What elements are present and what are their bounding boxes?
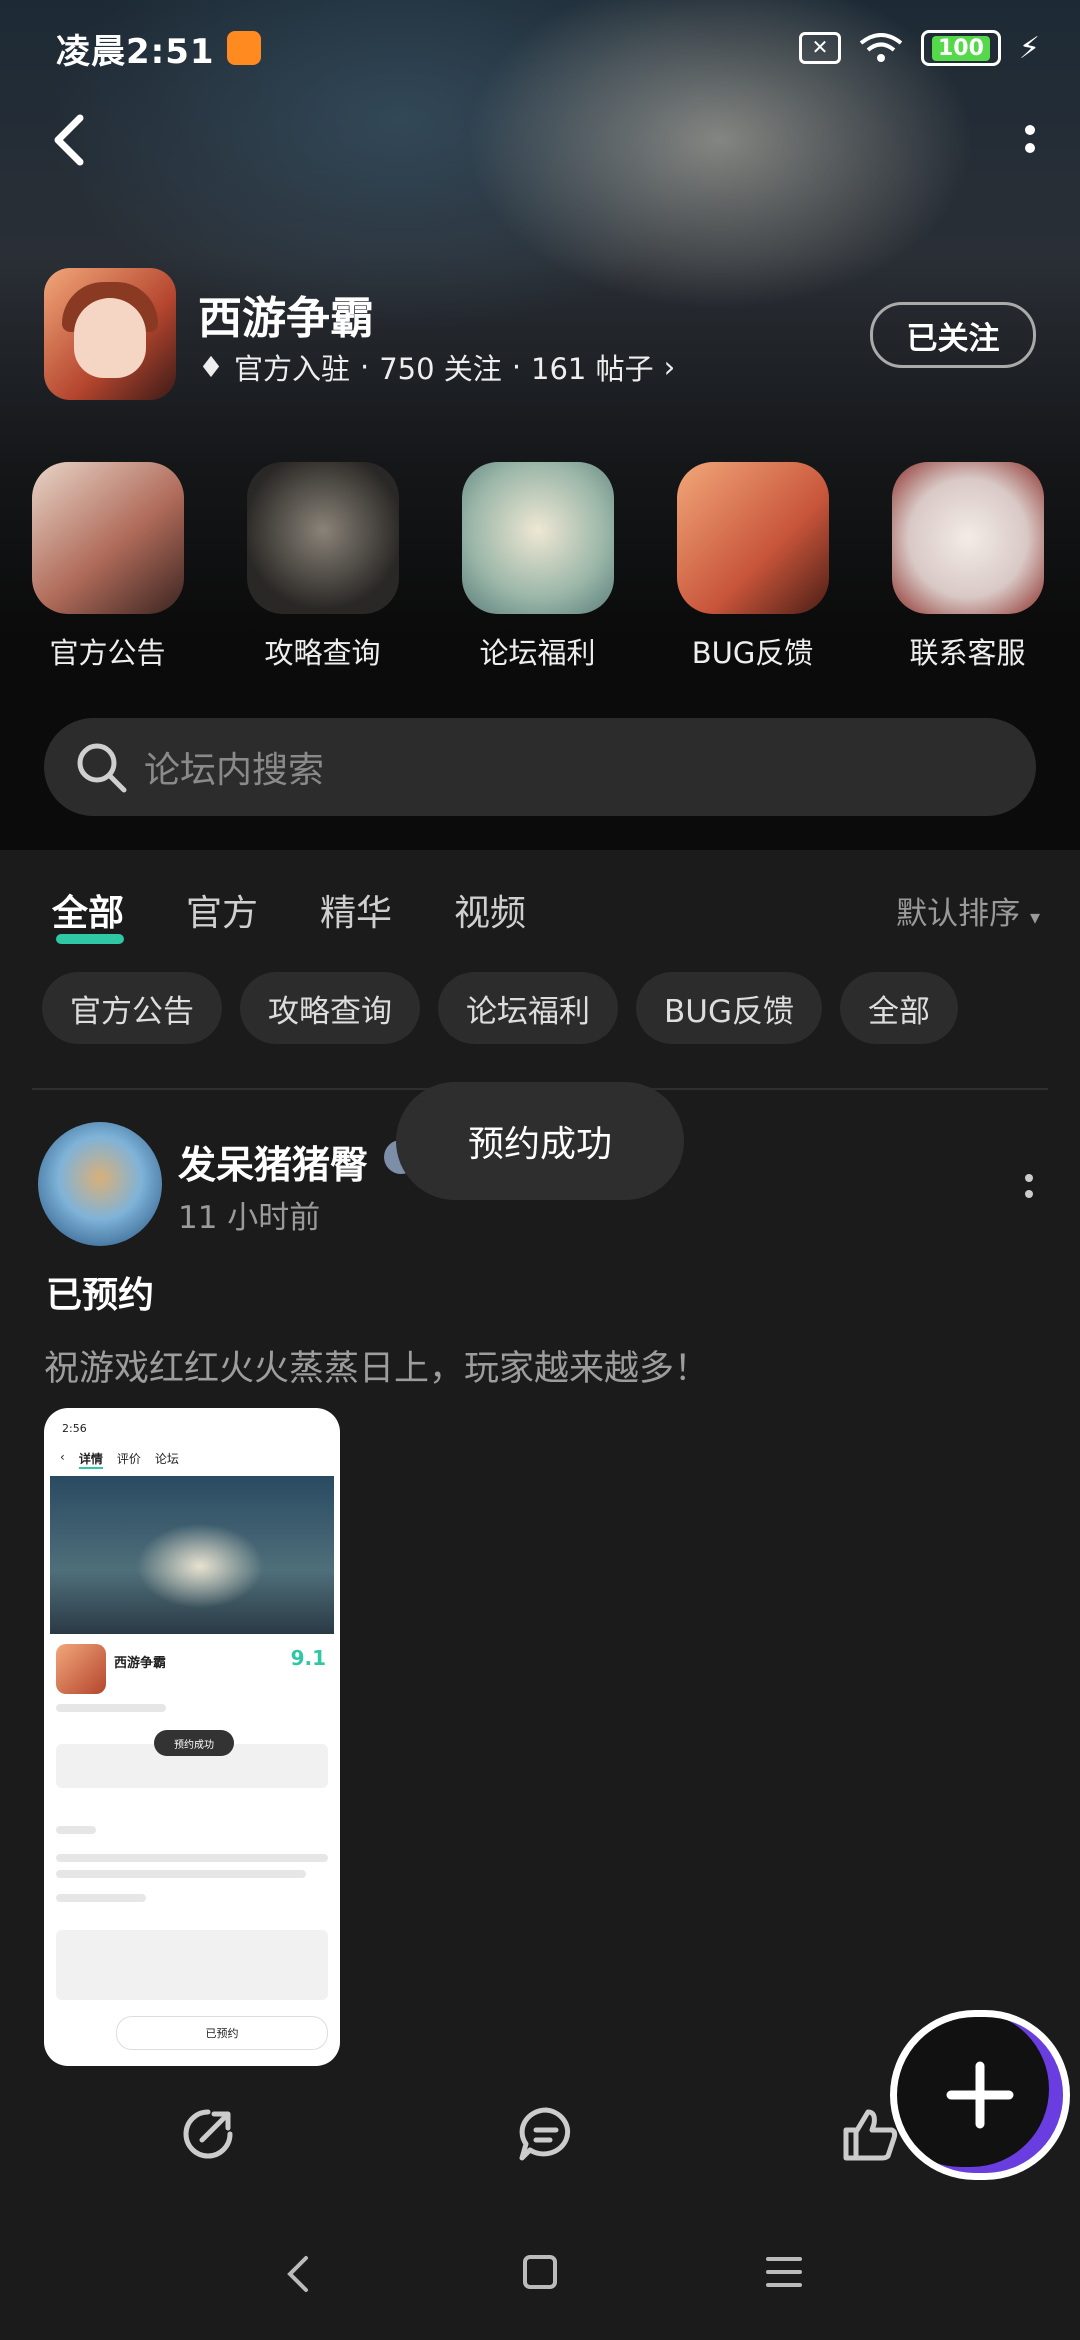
- quick-link-label: 联系客服: [909, 636, 1026, 670]
- guides-image: [246, 462, 399, 614]
- welfare-image: [461, 462, 614, 614]
- quick-link-label: 官方公告: [49, 636, 166, 670]
- game-icon: [44, 268, 176, 400]
- search-icon: [77, 743, 127, 793]
- screenshot-game-name: 西游争霸: [114, 1656, 167, 1671]
- status-time: 凌晨2:51: [56, 31, 215, 72]
- quick-link-label: BUG反馈: [691, 636, 814, 670]
- chip-all[interactable]: 全部: [839, 972, 958, 1044]
- post-image[interactable]: 2:56 ‹ 详情 评价 论坛 西游争霸 9.1 预约成功 已预约: [44, 1408, 340, 2066]
- quick-link-announcements[interactable]: 官方公告: [0, 462, 215, 672]
- quick-link-guides[interactable]: 攻略查询: [215, 462, 430, 672]
- caret-down-icon: ▾: [1029, 904, 1040, 929]
- chip-guides[interactable]: 攻略查询: [240, 972, 420, 1044]
- screenshot-tab: 详情: [78, 1450, 103, 1469]
- screenshot-toast: 预约成功: [154, 1730, 234, 1756]
- screenshot-time: 2:56: [62, 1422, 87, 1435]
- back-icon[interactable]: [50, 112, 90, 168]
- quick-link-label: 论坛福利: [479, 636, 596, 670]
- quick-link-label: 攻略查询: [264, 636, 381, 670]
- verified-diamond-icon: ♦: [198, 350, 224, 384]
- post-count[interactable]: 161 帖子: [531, 346, 654, 388]
- user-avatar[interactable]: [38, 1122, 162, 1246]
- filter-chips: 官方公告 攻略查询 论坛福利 BUG反馈 全部: [42, 972, 958, 1044]
- wifi-icon: [859, 33, 903, 62]
- tab-official[interactable]: 官方: [186, 884, 258, 936]
- share-icon[interactable]: [178, 2104, 238, 2164]
- game-title: 西游争霸: [198, 293, 374, 344]
- search-placeholder: 论坛内搜索: [144, 750, 325, 791]
- post-text[interactable]: 祝游戏红红火火蒸蒸日上，玩家越来越多！: [44, 1340, 709, 1391]
- system-nav-bar: [0, 2230, 1080, 2340]
- sort-label: 默认排序: [896, 895, 1021, 932]
- screenshot-game-icon: [56, 1644, 106, 1694]
- search-bar[interactable]: 论坛内搜索: [44, 718, 1036, 816]
- screenshot-tabs: ‹ 详情 评价 论坛: [60, 1450, 179, 1469]
- tab-all[interactable]: 全部: [52, 884, 125, 944]
- quick-links: 官方公告 攻略查询 论坛福利 BUG反馈 联系客服: [0, 462, 1080, 672]
- bug-report-image: [676, 462, 829, 614]
- chip-bug-report[interactable]: BUG反馈: [636, 972, 822, 1044]
- screenshot-tab: 评价: [116, 1452, 141, 1466]
- quick-link-customer-service[interactable]: 联系客服: [860, 462, 1075, 672]
- quick-link-bug-report[interactable]: BUG反馈: [645, 462, 860, 672]
- post-title[interactable]: 已预约: [46, 1266, 154, 1318]
- post-username[interactable]: 发呆猪猪臀: [178, 1134, 368, 1189]
- notification-icon: [226, 31, 261, 65]
- status-bar: 凌晨2:51 ✕ 100 ⚡: [56, 20, 1040, 76]
- nav-home-icon[interactable]: [522, 2254, 558, 2290]
- no-sim-icon: ✕: [798, 32, 841, 64]
- game-meta: ♦ 官方入驻 · 750 关注 · 161 帖子 ›: [198, 346, 675, 388]
- content-tabs: 全部 官方 精华 视频 默认排序 ▾: [52, 880, 1040, 944]
- battery-icon: 100: [920, 30, 1001, 66]
- chip-welfare[interactable]: 论坛福利: [438, 972, 618, 1044]
- battery-level: 100: [931, 35, 990, 61]
- create-post-button[interactable]: [890, 2010, 1070, 2180]
- charging-icon: ⚡: [1018, 30, 1040, 66]
- tab-featured[interactable]: 精华: [320, 884, 392, 936]
- nav-back-icon[interactable]: [284, 2254, 314, 2294]
- post-time: 11 小时前: [178, 1200, 321, 1236]
- post-more-icon[interactable]: [1022, 1170, 1036, 1210]
- quick-link-welfare[interactable]: 论坛福利: [430, 462, 645, 672]
- official-label: 官方入驻: [234, 352, 351, 386]
- chevron-right-icon[interactable]: ›: [664, 350, 676, 384]
- plus-icon: [946, 2061, 1014, 2129]
- screenshot-tab: 论坛: [154, 1452, 179, 1466]
- follow-count: 750 关注: [379, 352, 502, 386]
- chip-announcements[interactable]: 官方公告: [42, 972, 222, 1044]
- screenshot-button: 已预约: [116, 2016, 328, 2050]
- announcement-image: [31, 462, 184, 614]
- screenshot-banner: [50, 1476, 334, 1634]
- nav-menu-icon[interactable]: [766, 2256, 802, 2288]
- tab-video[interactable]: 视频: [454, 884, 526, 936]
- more-options-icon[interactable]: [1020, 118, 1040, 168]
- screenshot-score: 9.1: [290, 1646, 326, 1670]
- toast-message: 预约成功: [396, 1082, 684, 1200]
- customer-service-image: [891, 462, 1044, 614]
- sort-dropdown[interactable]: 默认排序 ▾: [896, 888, 1040, 933]
- comment-icon[interactable]: [516, 2104, 576, 2164]
- follow-button[interactable]: 已关注: [870, 302, 1036, 368]
